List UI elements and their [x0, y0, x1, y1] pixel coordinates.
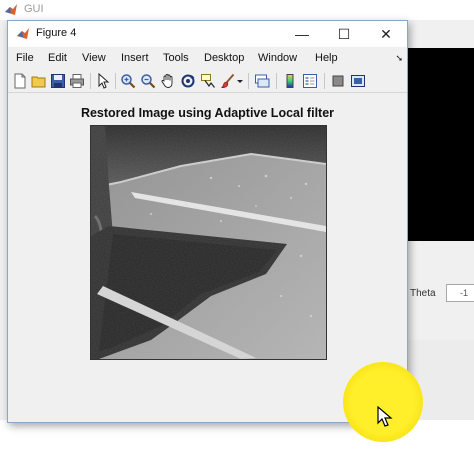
- hide-plot-tools-icon[interactable]: [330, 73, 346, 89]
- gui-panel-strip: [404, 20, 474, 48]
- theta-label: Theta: [410, 288, 436, 299]
- toolbar-separator: [90, 73, 91, 89]
- brush-dropdown-icon[interactable]: [236, 73, 244, 89]
- print-icon[interactable]: [69, 73, 85, 89]
- colorbar-icon[interactable]: [282, 73, 298, 89]
- zoom-in-icon[interactable]: [120, 73, 136, 89]
- theta-input[interactable]: -1: [446, 284, 474, 302]
- save-icon[interactable]: [50, 73, 66, 89]
- toolbar-separator: [276, 73, 277, 89]
- menu-view[interactable]: View: [82, 52, 106, 64]
- figure-titlebar[interactable]: Figure 4 — ☐ ✕: [8, 21, 407, 47]
- minimize-button[interactable]: —: [282, 21, 322, 47]
- gui-image-axes: [404, 48, 474, 241]
- menu-bar: File Edit View Insert Tools Desktop Wind…: [8, 50, 407, 68]
- menu-desktop[interactable]: Desktop: [204, 52, 244, 64]
- gui-titlebar: GUI: [0, 0, 474, 21]
- menu-overflow-icon[interactable]: ➘: [395, 53, 403, 64]
- figure-toolbar: [8, 70, 407, 93]
- figure-window: Figure 4 — ☐ ✕ File Edit View Insert Too…: [7, 20, 408, 423]
- menu-tools[interactable]: Tools: [163, 52, 189, 64]
- menu-edit[interactable]: Edit: [48, 52, 67, 64]
- close-button[interactable]: ✕: [366, 21, 406, 47]
- open-file-icon[interactable]: [31, 73, 47, 89]
- toolbar-separator: [248, 73, 249, 89]
- menu-insert[interactable]: Insert: [121, 52, 149, 64]
- cursor-highlight: [343, 362, 423, 442]
- show-plot-tools-icon[interactable]: [350, 73, 366, 89]
- restored-image: [90, 125, 327, 360]
- axes-title: Restored Image using Adaptive Local filt…: [80, 106, 335, 120]
- pointer-icon[interactable]: [95, 73, 111, 89]
- figure-title: Figure 4: [36, 27, 77, 39]
- restored-image-photo: [91, 126, 326, 359]
- menu-file[interactable]: File: [16, 52, 34, 64]
- zoom-out-icon[interactable]: [140, 73, 156, 89]
- pan-icon[interactable]: [160, 73, 176, 89]
- matlab-icon: [16, 27, 30, 41]
- mouse-cursor-icon: [377, 405, 393, 428]
- brush-icon[interactable]: [220, 73, 236, 89]
- rotate-3d-icon[interactable]: [180, 73, 196, 89]
- link-plot-icon[interactable]: [254, 73, 270, 89]
- toolbar-separator: [115, 73, 116, 89]
- maximize-button[interactable]: ☐: [324, 21, 364, 47]
- toolbar-separator: [324, 73, 325, 89]
- menu-help[interactable]: Help: [315, 52, 338, 64]
- new-figure-icon[interactable]: [12, 73, 28, 89]
- data-cursor-icon[interactable]: [200, 73, 216, 89]
- menu-window[interactable]: Window: [258, 52, 297, 64]
- legend-icon[interactable]: [302, 73, 318, 89]
- gui-title: GUI: [24, 3, 44, 15]
- matlab-icon: [4, 3, 18, 17]
